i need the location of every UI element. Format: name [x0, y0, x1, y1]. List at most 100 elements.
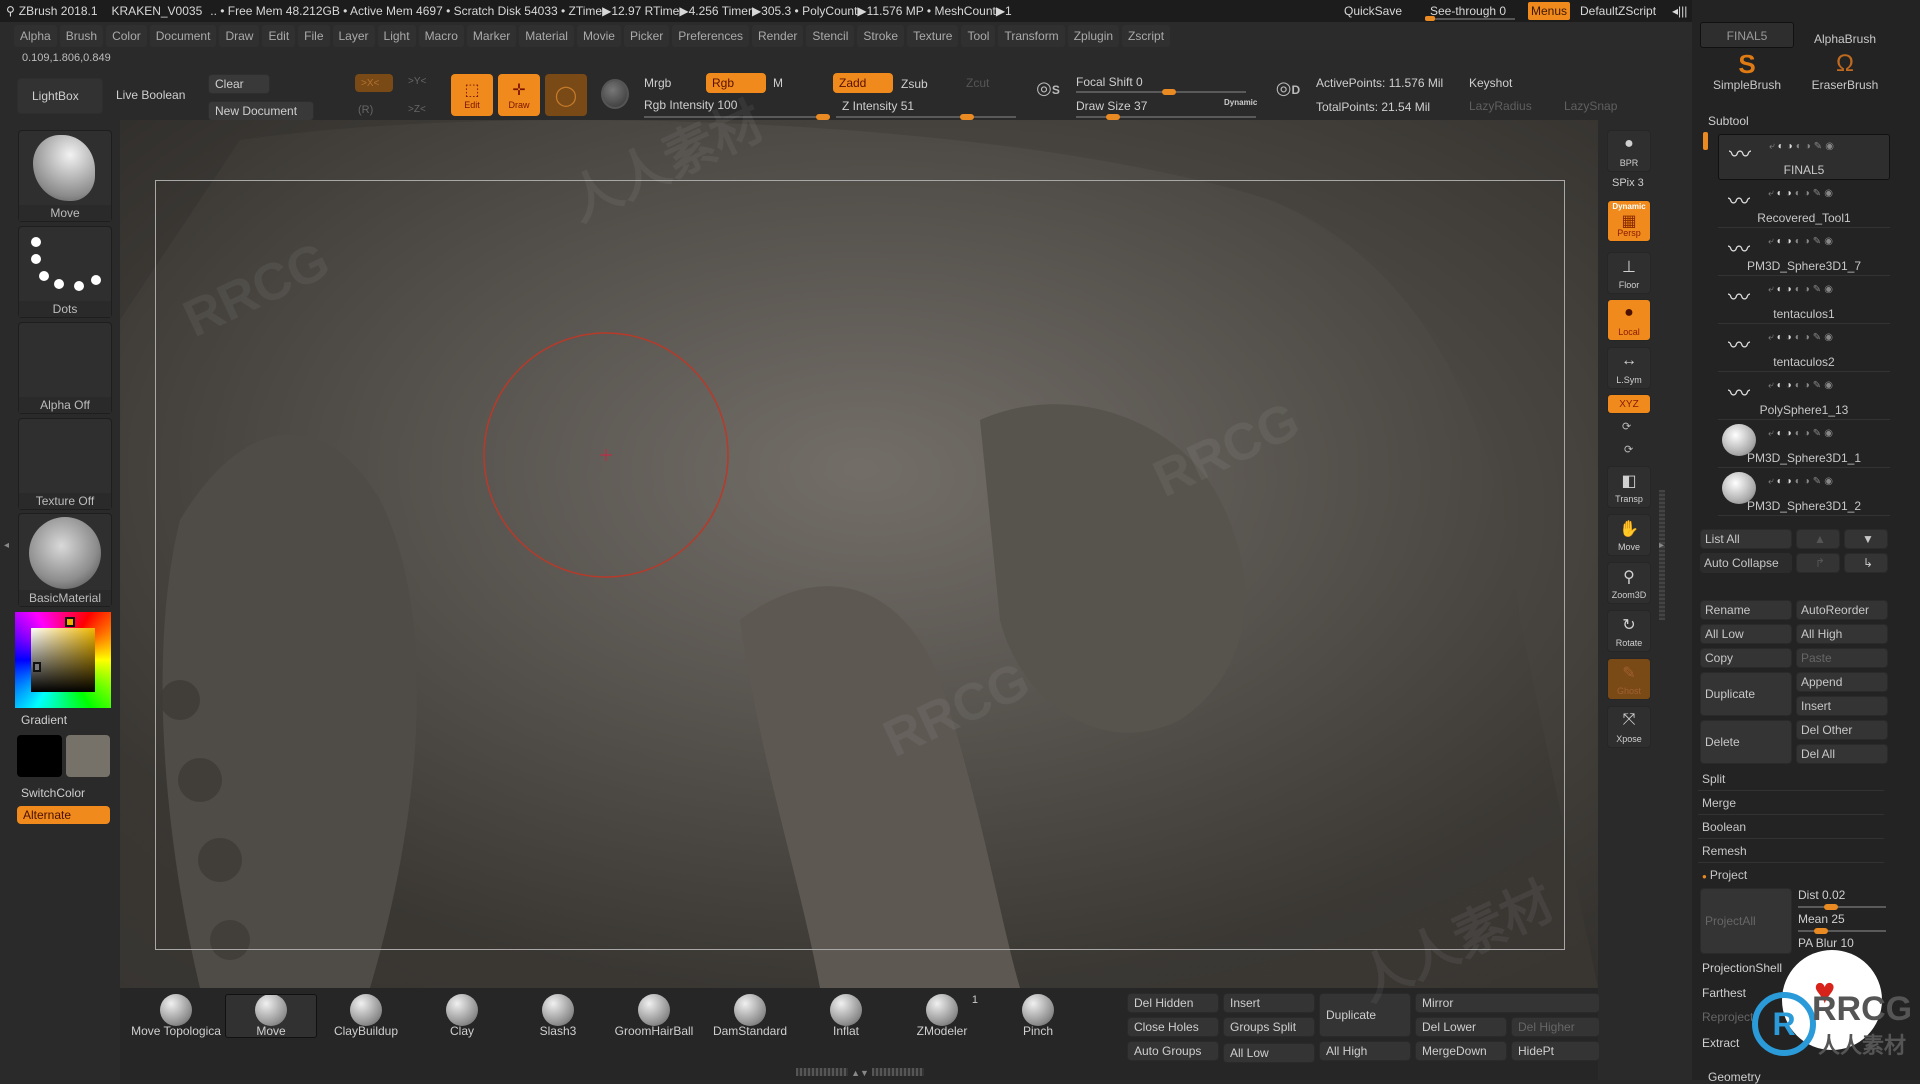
brush-slot[interactable]: Inflat	[800, 994, 892, 1040]
subtool-solo-icon[interactable]: ◐	[1795, 428, 1804, 439]
subtool-solo-icon[interactable]: ◐	[1796, 141, 1805, 152]
switch-color-button[interactable]: SwitchColor	[21, 786, 85, 800]
main-color-swatch[interactable]	[17, 735, 62, 777]
subtool-brush-icon[interactable]: ✎	[1813, 428, 1824, 439]
subtool-brush-icon[interactable]: ✎	[1813, 332, 1824, 343]
r-symmetry-toggle[interactable]: (R)	[358, 104, 373, 116]
brush-slot[interactable]: Clay	[416, 994, 508, 1040]
dist-slider[interactable]: Dist 0.02	[1798, 888, 1845, 902]
farthest-toggle[interactable]: Farthest	[1702, 986, 1746, 1000]
subtool-dynamic-icon[interactable]: ◑	[1804, 332, 1813, 343]
subtool-solo-icon[interactable]: ◐	[1795, 236, 1804, 247]
see-through-slider[interactable]: See-through 0	[1430, 4, 1506, 18]
duplicate-button[interactable]: Duplicate	[1700, 672, 1792, 716]
menu-texture[interactable]: Texture	[907, 25, 959, 47]
quicksave-button[interactable]: QuickSave	[1344, 4, 1402, 18]
dynamic-toggle[interactable]: Dynamic	[1224, 98, 1257, 107]
subtool-polypaint-toggle-icon[interactable]: ◐◑	[1777, 236, 1795, 247]
move-view-button[interactable]: ✋ Move	[1607, 514, 1651, 556]
subtool-brush-icon[interactable]: ✎	[1814, 141, 1825, 152]
z-intensity-slider[interactable]	[836, 114, 1016, 120]
subtool-item[interactable]: 〰 ⤶◐◑◐◑✎◉ PM3D_Sphere3D1_7	[1718, 230, 1890, 276]
lightbox-button[interactable]: LightBox	[17, 78, 103, 114]
menu-brush[interactable]: Brush	[59, 25, 104, 47]
subtool-dynamic-icon[interactable]: ◑	[1804, 236, 1813, 247]
menu-edit[interactable]: Edit	[262, 25, 296, 47]
dist-knob[interactable]	[1824, 904, 1838, 910]
subtool-item[interactable]: 〰 ⤶◐◑◐◑✎◉ Recovered_Tool1	[1718, 182, 1890, 228]
ghost-toggle[interactable]: ✎ Ghost	[1607, 658, 1651, 700]
subtool-brush-icon[interactable]: ✎	[1813, 476, 1824, 487]
subtool-toggles[interactable]: ⤶◐◑◐◑✎◉	[1769, 141, 1837, 152]
subtool-merge-icon[interactable]: ⤶	[1769, 141, 1778, 152]
gradient-toggle[interactable]: Gradient	[21, 713, 67, 727]
subtool-merge-icon[interactable]: ⤶	[1768, 332, 1777, 343]
subtool-polypaint-toggle-icon[interactable]: ◐◑	[1777, 428, 1795, 439]
alpha-selector[interactable]: Alpha Off	[18, 322, 112, 414]
zcut-toggle[interactable]: Zcut	[966, 76, 989, 90]
m-toggle[interactable]: M	[773, 76, 783, 90]
collapse-down-button[interactable]: ↳	[1844, 553, 1888, 573]
del-hidden-button[interactable]: Del Hidden	[1127, 993, 1219, 1013]
copy-button[interactable]: Copy	[1700, 648, 1792, 668]
bpr-render-button[interactable]: ● BPR	[1607, 130, 1651, 172]
menu-zplugin[interactable]: Zplugin	[1067, 25, 1120, 47]
lazy-snap-slider[interactable]: LazySnap	[1564, 99, 1617, 113]
append-button[interactable]: Append	[1796, 672, 1888, 692]
menu-stroke[interactable]: Stroke	[857, 25, 905, 47]
brush-slot[interactable]: ZModeler 1	[896, 994, 988, 1040]
auto-collapse-button[interactable]: Auto Collapse	[1700, 553, 1792, 573]
merge-down-button[interactable]: MergeDown	[1415, 1041, 1507, 1061]
secondary-color-swatch[interactable]	[66, 735, 110, 777]
menu-file[interactable]: File	[298, 25, 330, 47]
x-symmetry-toggle[interactable]: >X<	[355, 74, 393, 92]
xpose-toggle[interactable]: ⤧ Xpose	[1607, 706, 1651, 748]
canvas-viewport[interactable]	[120, 120, 1598, 988]
menu-marker[interactable]: Marker	[466, 25, 517, 47]
menu-zscript[interactable]: Zscript	[1122, 25, 1171, 47]
all-high-button[interactable]: All High	[1796, 624, 1888, 644]
subtool-polypaint-toggle-icon[interactable]: ◐◑	[1777, 284, 1795, 295]
floor-toggle[interactable]: ⊥ Floor	[1607, 252, 1651, 294]
subtool-solo-icon[interactable]: ◐	[1795, 380, 1804, 391]
subtool-toggles[interactable]: ⤶◐◑◐◑✎◉	[1768, 380, 1836, 391]
subtool-dynamic-icon[interactable]: ◑	[1805, 141, 1814, 152]
subtool-dynamic-icon[interactable]: ◑	[1804, 188, 1813, 199]
rgb-toggle[interactable]: Rgb	[706, 73, 766, 93]
keyshot-button[interactable]: Keyshot	[1469, 76, 1512, 90]
subtool-polypaint-toggle-icon[interactable]: ◐◑	[1777, 188, 1795, 199]
clear-button[interactable]: Clear	[208, 74, 270, 94]
menu-stencil[interactable]: Stencil	[806, 25, 855, 47]
material-sphere-icon[interactable]	[601, 79, 629, 109]
hue-marker[interactable]	[65, 617, 75, 627]
rotate-view-button[interactable]: ↻ Rotate	[1607, 610, 1651, 652]
all-low-button[interactable]: All Low	[1700, 624, 1792, 644]
scroll-left-icon[interactable]: ◂|||	[1672, 4, 1687, 18]
subtool-polypaint-toggle-icon[interactable]: ◐◑	[1777, 332, 1795, 343]
stroke-selector[interactable]: Dots	[18, 226, 112, 318]
all-low-bottom-button[interactable]: All Low	[1223, 1043, 1315, 1063]
project-all-button[interactable]: ProjectAll	[1700, 888, 1792, 954]
menu-transform[interactable]: Transform	[998, 25, 1065, 47]
pa-blur-slider[interactable]: PA Blur 10	[1798, 936, 1854, 950]
focal-shift-curve-button[interactable]: ◎S	[1032, 78, 1064, 114]
transp-toggle[interactable]: ◧ Transp	[1607, 466, 1651, 508]
subtool-item[interactable]: ⤶◐◑◐◑✎◉ PM3D_Sphere3D1_1	[1718, 422, 1890, 468]
see-through-track[interactable]	[1425, 16, 1515, 21]
bottom-tray-toggle[interactable]: ▲▼	[796, 1068, 924, 1078]
right-tray-toggle[interactable]: ▸	[1659, 540, 1664, 551]
lsym-toggle[interactable]: ↔ L.Sym	[1607, 347, 1651, 389]
del-other-button[interactable]: Del Other	[1796, 720, 1888, 740]
draw-mode-button[interactable]: ✛ Draw	[498, 74, 540, 116]
menu-render[interactable]: Render	[752, 25, 804, 47]
focal-shift-knob[interactable]	[1162, 89, 1176, 95]
material-selector[interactable]: BasicMaterial	[18, 513, 112, 607]
merge-subpalette[interactable]: Merge	[1698, 792, 1884, 815]
menu-macro[interactable]: Macro	[418, 25, 464, 47]
brush-slot[interactable]: Slash3	[512, 994, 604, 1040]
del-all-button[interactable]: Del All	[1796, 744, 1888, 764]
subtool-polypaint-toggle-icon[interactable]: ◐◑	[1777, 380, 1795, 391]
mrgb-toggle[interactable]: Mrgb	[644, 76, 671, 90]
remesh-subpalette[interactable]: Remesh	[1698, 840, 1884, 863]
subtool-merge-icon[interactable]: ⤶	[1768, 188, 1777, 199]
